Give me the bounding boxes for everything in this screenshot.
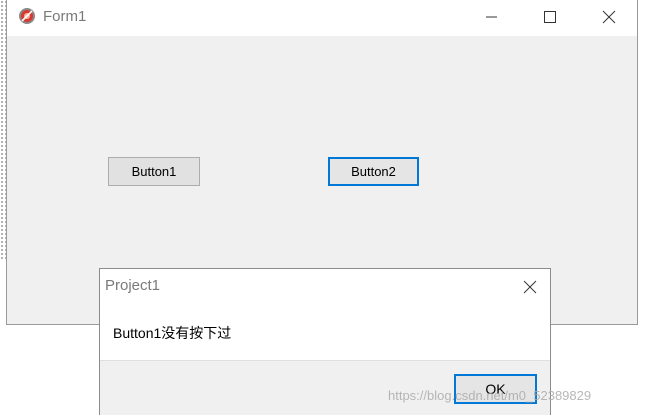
minimize-icon[interactable] <box>471 5 511 29</box>
button2[interactable]: Button2 <box>328 157 419 186</box>
dialog-title: Project1 <box>105 277 161 294</box>
watermark-text: https://blog.csdn.net/m0_52389829 <box>388 388 592 403</box>
dialog-message: Button1没有按下过 <box>113 325 232 341</box>
maximize-icon[interactable] <box>529 5 569 29</box>
close-icon[interactable] <box>588 5 628 29</box>
form1-title: Form1 <box>43 8 87 25</box>
form1-titlebar[interactable]: Form1 <box>7 0 637 36</box>
dialog-close-icon[interactable] <box>518 275 542 299</box>
button1[interactable]: Button1 <box>108 157 200 186</box>
app-icon <box>19 8 35 24</box>
